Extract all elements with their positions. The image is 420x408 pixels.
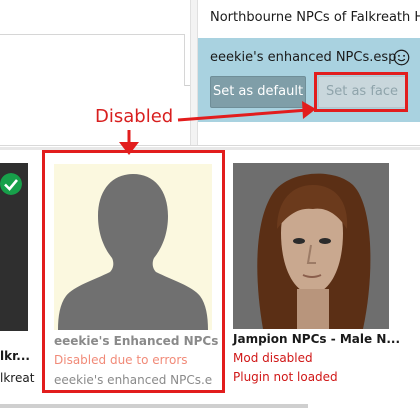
- set-as-default-button[interactable]: Set as default: [210, 76, 306, 108]
- annotation-label: Disabled: [95, 106, 174, 127]
- checkmark-icon: [0, 173, 22, 195]
- card-status: Mod disabled: [233, 351, 313, 365]
- card-subtitle: lkreat: [0, 371, 35, 385]
- card-title: Jampion NPCs - Male N...: [233, 332, 401, 346]
- left-panel: [0, 0, 190, 86]
- person-silhouette-icon: [58, 174, 208, 330]
- card-status: Disabled due to errors: [54, 353, 188, 367]
- horizontal-scrollbar[interactable]: [0, 404, 308, 408]
- left-list-area[interactable]: [0, 34, 185, 86]
- mod-card-disabled[interactable]: eeekie's Enhanced NPCs Disabled due to e…: [42, 150, 225, 393]
- card-title: lkr...: [0, 349, 30, 363]
- smiley-face-icon[interactable]: [393, 49, 410, 66]
- plugin-list-row[interactable]: Northbourne NPCs of Falkreath Ho: [198, 0, 420, 38]
- card-plugin-name: eeekie's enhanced NPCs.esp: [54, 373, 212, 387]
- card-status: Plugin not loaded: [233, 370, 338, 384]
- plugin-name: Northbourne NPCs of Falkreath Ho: [210, 10, 420, 25]
- npc-face-image: [233, 163, 389, 329]
- card-title: eeekie's Enhanced NPCs: [54, 334, 219, 348]
- mod-card[interactable]: Jampion NPCs - Male N... Mod disabled Pl…: [233, 163, 403, 393]
- mod-card[interactable]: lkr... lkreat: [0, 163, 34, 393]
- highlight-box: [314, 72, 408, 112]
- placeholder-face-image: [54, 164, 212, 330]
- plugin-name: eeekie's enhanced NPCs.esp: [210, 50, 397, 65]
- panel-splitter[interactable]: [190, 0, 198, 145]
- divider: [0, 145, 420, 146]
